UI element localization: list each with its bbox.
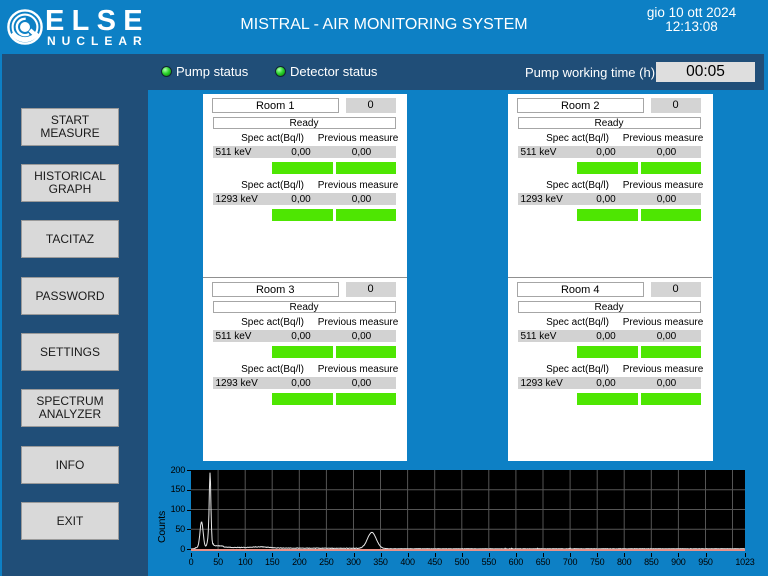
svg-text:NUCLEAR: NUCLEAR — [47, 34, 148, 48]
